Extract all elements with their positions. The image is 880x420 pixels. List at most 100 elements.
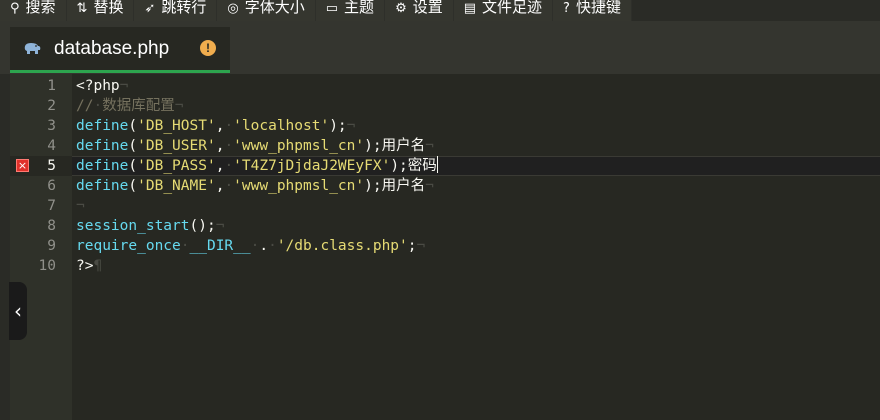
collapse-sidebar-icon[interactable]: ‹ <box>9 282 27 340</box>
editor-toolbar: ⚲ 搜索 ⇅ 替换 ➶ 跳转行 ◎ 字体大小 ▭ 主题 ⚙ 设置 ▤ 文件足迹? 快捷键 <box>0 0 880 21</box>
code-token: · <box>224 118 234 134</box>
code-token: __DIR__ <box>189 238 251 254</box>
code-line[interactable]: define('DB_USER',·'www_phpmsl_cn');用户名¬ <box>72 136 434 156</box>
code-token: require_once <box>76 238 181 254</box>
code-area[interactable]: <?php¬//·数据库配置¬ define('DB_HOST',·'localh… <box>72 74 880 420</box>
code-token: 'www_phpmsl_cn' <box>233 138 365 154</box>
settings-icon: ⚙ <box>395 1 407 16</box>
line-number: 1 <box>47 78 56 94</box>
toolbar-button-help[interactable]: ? 快捷键 <box>553 0 632 21</box>
code-token: ¬ <box>425 138 434 154</box>
code-line[interactable]: session_start();¬ <box>72 216 224 236</box>
code-token: ); <box>364 138 382 154</box>
search-icon: ⚲ <box>10 1 20 16</box>
toolbar-button-settings[interactable]: ⚙ 设置 <box>385 0 454 21</box>
code-token: 'localhost' <box>233 118 330 134</box>
line-number: 8 <box>47 218 56 234</box>
code-token: ¬ <box>119 78 129 94</box>
code-token: <?php <box>76 78 120 94</box>
code-token: define <box>76 138 129 154</box>
code-token: define <box>76 178 129 194</box>
code-line[interactable]: require_once·__DIR__·.·'/db.class.php';¬ <box>72 236 425 256</box>
code-line[interactable]: //·数据库配置¬ <box>72 96 183 116</box>
font-size-icon: ◎ <box>227 1 239 16</box>
line-number: 3 <box>47 118 56 134</box>
code-line[interactable]: define('DB_NAME',·'www_phpmsl_cn');用户名¬ <box>72 176 434 196</box>
toolbar-button-goto-line[interactable]: ➶ 跳转行 <box>134 0 218 21</box>
tab-title: database.php <box>54 37 170 59</box>
code-token: ¬ <box>346 118 356 134</box>
goto-line-icon: ➶ <box>144 1 156 16</box>
toolbar-button-search[interactable]: ⚲ 搜索 <box>0 0 67 21</box>
code-token: ¶ <box>93 258 103 274</box>
code-token: '/db.class.php' <box>276 238 408 254</box>
code-token: · <box>180 238 190 254</box>
code-token: ); <box>329 118 347 134</box>
toolbar-button-label: 快捷键 <box>575 0 621 16</box>
code-token: define <box>76 158 129 174</box>
code-token: ¬ <box>425 178 434 194</box>
toolbar-button-label: 主题 <box>344 0 375 16</box>
code-line[interactable]: <?php¬ <box>72 76 128 96</box>
file-tab-bar: database.php ! <box>0 21 880 74</box>
error-marker-icon[interactable]: × <box>16 159 29 172</box>
toolbar-button-replace[interactable]: ⇅ 替换 <box>66 0 135 21</box>
toolbar-button-theme[interactable]: ▭ 主题 <box>315 0 386 21</box>
code-token: 'DB_USER' <box>137 138 216 154</box>
code-token: ¬ <box>416 238 426 254</box>
replace-icon: ⇅ <box>76 1 88 16</box>
code-token: · <box>268 238 277 254</box>
code-token: 'T4Z7jDjdaJ2WEyFX' <box>233 158 391 174</box>
file-tab-database-php[interactable]: database.php ! <box>10 27 230 73</box>
line-number: 2 <box>47 98 56 114</box>
file-history-icon: ▤ <box>463 1 477 16</box>
code-editor-app: ⚲ 搜索 ⇅ 替换 ➶ 跳转行 ◎ 字体大小 ▭ 主题 ⚙ 设置 ▤ 文件足迹? 快捷键 database.… <box>0 0 880 420</box>
code-token: 用户名 <box>381 138 426 154</box>
text-cursor <box>436 156 439 173</box>
code-token: ); <box>364 178 382 194</box>
code-token: session_start <box>76 218 190 234</box>
toolbar-button-label: 替换 <box>93 0 124 16</box>
code-token: ¬ <box>174 98 184 114</box>
code-token: 'www_phpmsl_cn' <box>233 178 365 194</box>
line-number: 10 <box>38 258 56 274</box>
code-token: 数据库配置 <box>102 98 175 114</box>
code-token: 'DB_HOST' <box>137 118 216 134</box>
code-token: ( <box>128 178 138 194</box>
code-token: ¬ <box>76 198 85 214</box>
code-token: ( <box>128 158 138 174</box>
code-token: ); <box>390 158 408 174</box>
line-number: 4 <box>47 138 56 154</box>
code-token: (); <box>189 218 216 234</box>
code-token: ( <box>128 118 138 134</box>
code-token: 用户名 <box>381 178 426 194</box>
toolbar-button-font-size[interactable]: ◎ 字体大小 <box>217 0 316 21</box>
line-number: 7 <box>47 198 56 214</box>
toolbar-button-label: 跳转行 <box>161 0 207 16</box>
code-token: 'DB_NAME' <box>137 178 216 194</box>
line-number: 6 <box>47 178 56 194</box>
theme-icon: ▭ <box>325 1 339 16</box>
help-icon: ? <box>563 1 570 16</box>
code-token: 密码 <box>407 158 437 174</box>
code-line[interactable]: ¬ <box>72 196 85 216</box>
code-token: 'DB_PASS' <box>137 158 216 174</box>
code-line[interactable]: define('DB_HOST',·'localhost');¬ <box>72 116 355 136</box>
code-token: define <box>76 118 129 134</box>
code-token: · <box>224 138 234 154</box>
line-number-gutter: 1 2 3 4 5 6 7 8 9 10 × <box>10 74 72 420</box>
code-line[interactable]: ?>¶ <box>72 256 102 276</box>
code-token: ; <box>407 238 417 254</box>
code-token: · <box>93 98 103 114</box>
code-token: . <box>259 238 269 254</box>
toolbar-button-label: 搜索 <box>25 0 56 16</box>
line-number: 9 <box>47 238 56 254</box>
code-token: · <box>224 158 234 174</box>
left-edge-strip <box>0 74 10 420</box>
code-token: · <box>224 178 234 194</box>
toolbar-button-file-history[interactable]: ▤ 文件足迹 <box>453 0 554 21</box>
toolbar-button-label: 设置 <box>412 0 443 16</box>
code-token: // <box>76 98 94 114</box>
code-token: ?> <box>76 258 94 274</box>
code-line[interactable]: define('DB_PASS',·'T4Z7jDjdaJ2WEyFX');密码 <box>72 156 439 176</box>
